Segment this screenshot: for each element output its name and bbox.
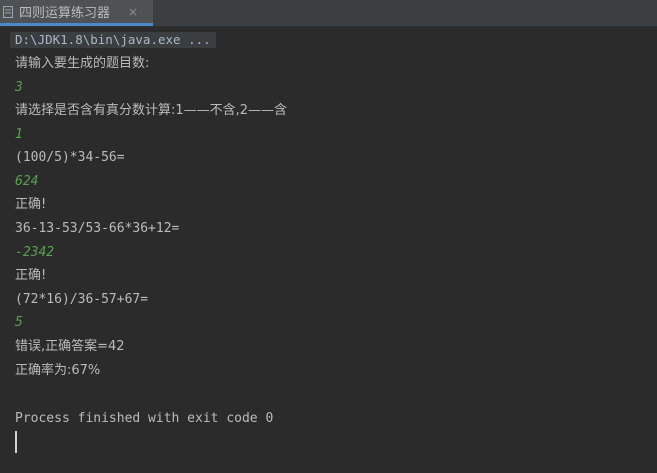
console-line: 错误,正确答案=42 [15,339,125,354]
console-line: 请输入要生成的题目数: [15,56,150,71]
process-finished-message: Process finished with exit code 0 [15,411,274,426]
text-caret [15,431,17,453]
console-line: (72*16)/36-57+67= [15,292,149,307]
java-file-icon [3,5,13,18]
console-input-line: 624 [15,174,39,189]
tab-bar: 四则运算练习器 × [0,0,657,27]
console-input-line: 5 [15,315,23,330]
console-input-line: -2342 [15,245,55,260]
console-line: 正确率为:67% [15,363,101,378]
command-line[interactable]: D:\JDK1.8\bin\java.exe ... [10,32,216,48]
console-line: 正确! [15,197,47,212]
tab-title: 四则运算练习器 [19,6,111,21]
tab-run-config[interactable]: 四则运算练习器 × [0,0,153,26]
console-line: 正确! [15,268,47,283]
console-line: (100/5)*34-56= [15,150,125,165]
run-window: 四则运算练习器 × D:\JDK1.8\bin\java.exe ... 请输入… [0,0,657,473]
console-line: 请选择是否含有真分数计算:1——不含,2——含 [15,103,288,118]
console-output[interactable]: D:\JDK1.8\bin\java.exe ... 请输入要生成的题目数: 3… [0,27,657,473]
console-input-line: 3 [15,80,23,95]
console-line: 36-13-53/53-66*36+12= [15,221,180,236]
close-icon[interactable]: × [127,6,139,18]
console-input-line: 1 [15,127,23,142]
